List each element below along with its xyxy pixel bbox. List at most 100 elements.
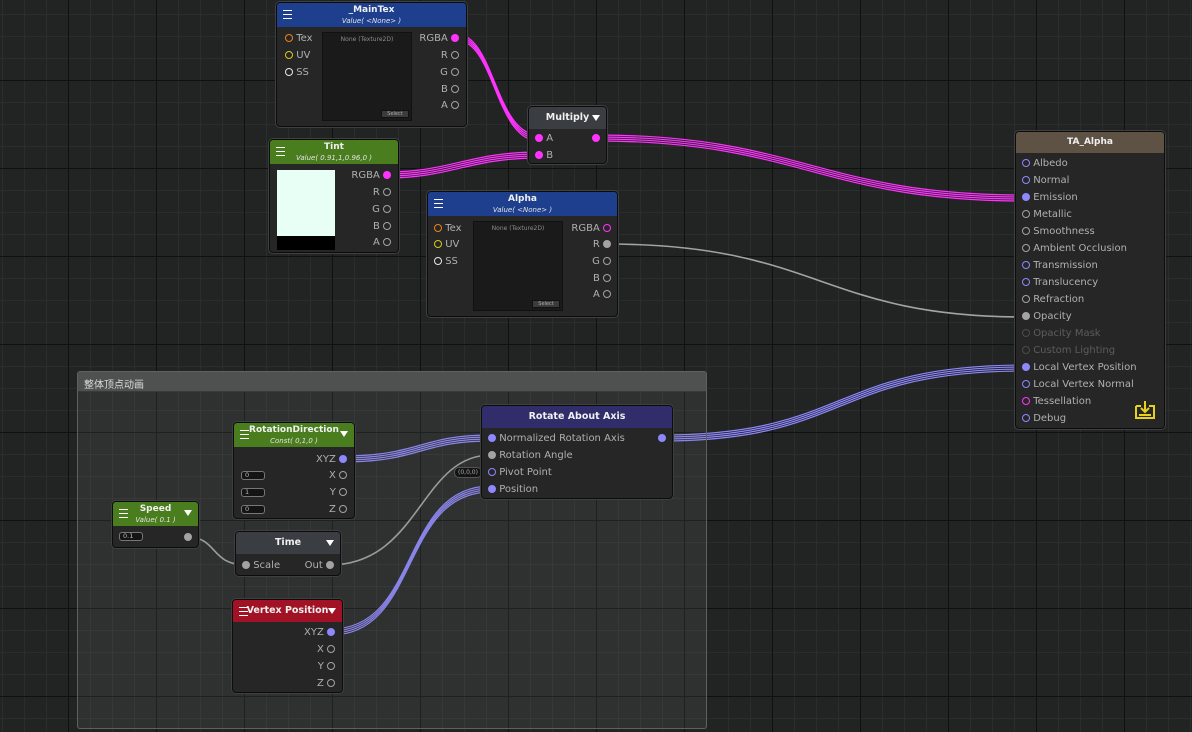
port-icon[interactable] bbox=[603, 274, 611, 282]
alpha-texture-preview[interactable]: None (Texture2D) Select bbox=[473, 221, 563, 311]
port-icon[interactable] bbox=[383, 238, 391, 246]
master-input-transmission[interactable]: Transmission bbox=[1022, 260, 1098, 272]
port-icon[interactable] bbox=[339, 488, 347, 496]
rotation-direction-output-xyz[interactable]: XYZ bbox=[316, 454, 347, 466]
port-icon[interactable] bbox=[1022, 278, 1030, 286]
alpha-input-tex[interactable]: Tex bbox=[434, 223, 462, 235]
menu-icon[interactable] bbox=[239, 607, 248, 616]
maintex-texture-preview[interactable]: None (Texture2D) Select bbox=[322, 32, 412, 121]
tint-color-preview[interactable] bbox=[277, 170, 335, 236]
maintex-node[interactable]: _MainTex Value( <None> ) Tex UV SS None … bbox=[276, 2, 467, 127]
dropdown-arrow-icon[interactable] bbox=[184, 510, 192, 516]
select-button[interactable]: Select bbox=[381, 110, 409, 118]
port-icon[interactable] bbox=[285, 51, 293, 59]
port-icon[interactable] bbox=[1022, 210, 1030, 218]
tint-output-r[interactable]: R bbox=[373, 187, 391, 199]
port-icon[interactable] bbox=[592, 134, 600, 142]
time-header[interactable]: Time bbox=[236, 532, 340, 554]
maintex-input-tex[interactable]: Tex bbox=[285, 33, 313, 45]
alpha-output-b[interactable]: B bbox=[593, 273, 611, 285]
multiply-node[interactable]: Multiply A B bbox=[528, 106, 607, 164]
port-icon[interactable] bbox=[1022, 295, 1030, 303]
pivot-default-value[interactable]: (0,0,0) bbox=[454, 467, 482, 478]
master-input-metallic[interactable]: Metallic bbox=[1022, 209, 1072, 221]
multiply-output[interactable] bbox=[592, 133, 600, 145]
speed-node[interactable]: Speed Value( 0.1 ) 0.1 bbox=[112, 501, 199, 548]
port-icon[interactable] bbox=[383, 222, 391, 230]
master-input-local-vertex-normal[interactable]: Local Vertex Normal bbox=[1022, 379, 1134, 391]
maintex-input-uv[interactable]: UV bbox=[285, 50, 310, 62]
z-value-field[interactable]: 0 bbox=[241, 505, 265, 514]
y-value-field[interactable]: 1 bbox=[241, 488, 265, 497]
tint-output-g[interactable]: G bbox=[372, 204, 391, 216]
alpha-output-g[interactable]: G bbox=[592, 256, 611, 268]
master-header[interactable]: TA_Alpha bbox=[1016, 132, 1164, 153]
port-icon[interactable] bbox=[451, 85, 459, 93]
rotation-direction-output-x[interactable]: X bbox=[329, 470, 347, 482]
port-icon[interactable] bbox=[383, 205, 391, 213]
speed-output[interactable] bbox=[184, 532, 192, 544]
rotation-direction-output-y[interactable]: Y bbox=[330, 487, 347, 499]
port-icon[interactable] bbox=[603, 240, 611, 248]
port-icon[interactable] bbox=[339, 455, 347, 463]
port-icon[interactable] bbox=[383, 188, 391, 196]
port-icon[interactable] bbox=[1022, 261, 1030, 269]
select-button[interactable]: Select bbox=[532, 300, 560, 308]
master-input-local-vertex-position[interactable]: Local Vertex Position bbox=[1022, 362, 1137, 374]
port-icon[interactable] bbox=[451, 34, 459, 42]
port-icon[interactable] bbox=[383, 171, 391, 179]
rotation-direction-header[interactable]: RotationDirection Const( 0,1,0 ) bbox=[234, 423, 354, 447]
port-icon[interactable] bbox=[285, 34, 293, 42]
port-icon[interactable] bbox=[603, 224, 611, 232]
rotate-input-normalized-axis[interactable]: Normalized Rotation Axis bbox=[488, 433, 625, 445]
port-icon[interactable] bbox=[434, 257, 442, 265]
group-title[interactable]: 整体顶点动画 bbox=[78, 372, 706, 392]
vertex-position-node[interactable]: Vertex Position XYZ X Y Z bbox=[232, 599, 343, 693]
rotate-input-pivot-point[interactable]: Pivot Point bbox=[488, 467, 552, 479]
rotate-output[interactable] bbox=[658, 433, 666, 445]
port-icon[interactable] bbox=[1022, 397, 1030, 405]
multiply-input-b[interactable]: B bbox=[535, 150, 553, 162]
port-icon[interactable] bbox=[451, 51, 459, 59]
master-input-tessellation[interactable]: Tessellation bbox=[1022, 396, 1091, 408]
alpha-output-a[interactable]: A bbox=[593, 289, 611, 301]
port-icon[interactable] bbox=[434, 240, 442, 248]
menu-icon[interactable] bbox=[240, 430, 249, 439]
port-icon[interactable] bbox=[451, 68, 459, 76]
save-icon[interactable] bbox=[1133, 400, 1157, 420]
vertex-position-output-z[interactable]: Z bbox=[317, 678, 335, 690]
port-icon[interactable] bbox=[242, 561, 250, 569]
port-icon[interactable] bbox=[1022, 312, 1030, 320]
port-icon[interactable] bbox=[327, 645, 335, 653]
port-icon[interactable] bbox=[658, 434, 666, 442]
port-icon[interactable] bbox=[285, 68, 293, 76]
port-icon[interactable] bbox=[1022, 227, 1030, 235]
time-output[interactable]: Out bbox=[305, 560, 334, 572]
rotation-direction-node[interactable]: RotationDirection Const( 0,1,0 ) 0 1 0 X… bbox=[233, 422, 355, 519]
port-icon[interactable] bbox=[327, 679, 335, 687]
speed-header[interactable]: Speed Value( 0.1 ) bbox=[113, 502, 198, 526]
port-icon[interactable] bbox=[488, 451, 496, 459]
maintex-output-a[interactable]: A bbox=[441, 100, 459, 112]
port-icon[interactable] bbox=[488, 468, 496, 476]
master-input-emission[interactable]: Emission bbox=[1022, 192, 1078, 204]
maintex-input-ss[interactable]: SS bbox=[285, 67, 309, 79]
port-icon[interactable] bbox=[451, 101, 459, 109]
port-icon[interactable] bbox=[535, 151, 543, 159]
tint-output-a[interactable]: A bbox=[373, 237, 391, 249]
alpha-node[interactable]: Alpha Value( <None> ) Tex UV SS None (Te… bbox=[427, 191, 618, 317]
port-icon[interactable] bbox=[1022, 244, 1030, 252]
maintex-output-r[interactable]: R bbox=[441, 50, 459, 62]
master-input-smoothness[interactable]: Smoothness bbox=[1022, 226, 1095, 238]
maintex-output-b[interactable]: B bbox=[441, 84, 459, 96]
alpha-input-uv[interactable]: UV bbox=[434, 239, 459, 251]
port-icon[interactable] bbox=[326, 561, 334, 569]
master-input-refraction[interactable]: Refraction bbox=[1022, 294, 1084, 306]
master-input-debug[interactable]: Debug bbox=[1022, 413, 1066, 425]
port-icon[interactable] bbox=[1022, 176, 1030, 184]
master-input-albedo[interactable]: Albedo bbox=[1022, 158, 1068, 170]
dropdown-arrow-icon[interactable] bbox=[592, 115, 600, 121]
port-icon[interactable] bbox=[603, 257, 611, 265]
alpha-input-ss[interactable]: SS bbox=[434, 256, 458, 268]
tint-output-rgba[interactable]: RGBA bbox=[351, 170, 391, 182]
